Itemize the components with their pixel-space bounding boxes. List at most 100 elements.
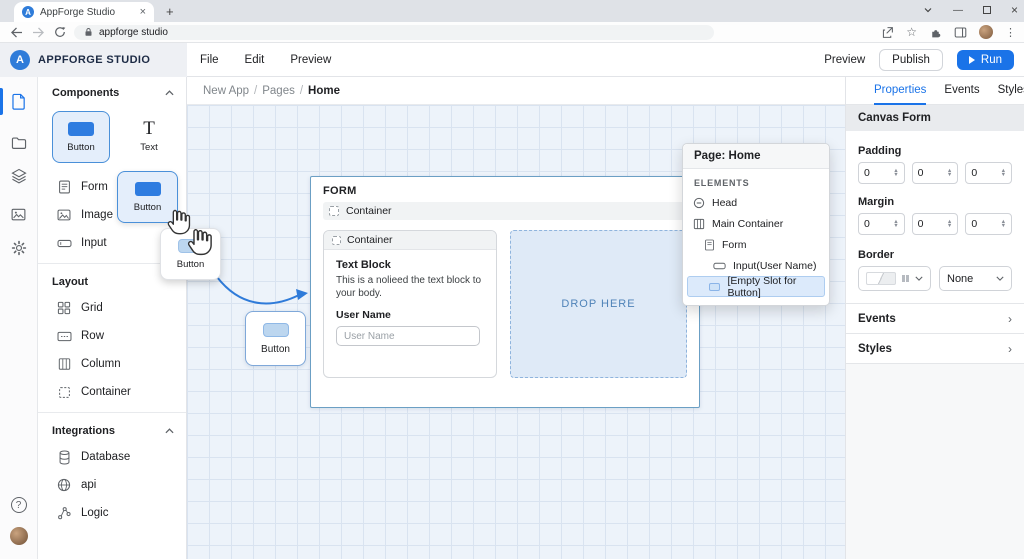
- rail-folder-icon[interactable]: [0, 126, 38, 159]
- dragged-button-tile[interactable]: Button: [117, 171, 178, 223]
- sidebar-item-row[interactable]: Row: [38, 322, 186, 350]
- form-title: FORM: [323, 185, 357, 197]
- url-text: appforge studio: [99, 26, 168, 38]
- outer-container-bar[interactable]: Container: [323, 202, 687, 220]
- inner-container-card[interactable]: Container Text Block This is a nolieed t…: [323, 230, 497, 378]
- sidebar-item-database[interactable]: Database: [38, 443, 186, 471]
- user-avatar[interactable]: [9, 527, 28, 545]
- chevron-down-icon[interactable]: [923, 5, 933, 15]
- side-panel-icon[interactable]: [954, 26, 967, 39]
- browser-toolbar: appforge studio ☆ ⋮: [0, 22, 1024, 43]
- element-row-empty-slot[interactable]: [Empty Slot for Button]: [687, 275, 825, 299]
- text-block-body: This is a nolieed the text block to your…: [336, 275, 482, 299]
- new-tab-button[interactable]: +: [166, 4, 174, 22]
- components-title: Components: [52, 87, 120, 99]
- sidebar-item-logic[interactable]: Logic: [38, 499, 186, 527]
- columns-icon: [693, 218, 705, 230]
- element-row-form[interactable]: Form: [687, 234, 825, 255]
- tab-properties[interactable]: Properties: [874, 77, 927, 105]
- sidebar-item-api[interactable]: api: [38, 471, 186, 499]
- styles-accordion[interactable]: Styles ›: [846, 333, 1024, 363]
- logic-nodes-icon: [56, 506, 72, 520]
- border-color-swatch: [866, 272, 896, 285]
- events-accordion[interactable]: Events ›: [846, 303, 1024, 333]
- form-canvas-panel[interactable]: FORM Container Container Text Block This…: [310, 176, 700, 408]
- breadcrumb: New App / Pages / Home: [187, 77, 845, 105]
- extensions-puzzle-icon[interactable]: [929, 26, 942, 39]
- button-glyph-icon: [134, 181, 161, 196]
- margin-stepper-3[interactable]: 0 ▲ ▼: [965, 213, 1013, 235]
- drop-zone[interactable]: DROP HERE: [510, 230, 687, 378]
- app-logo-icon: A: [10, 50, 30, 70]
- rail-layers-icon[interactable]: [0, 159, 38, 192]
- padding-stepper-2[interactable]: 0 ▲ ▼: [911, 162, 959, 184]
- user-name-input[interactable]: [336, 326, 480, 346]
- menu-bar: File Edit Preview: [200, 43, 331, 77]
- help-icon[interactable]: ?: [10, 497, 27, 513]
- tab-close-icon[interactable]: ×: [140, 6, 146, 18]
- border-color-dropdown[interactable]: [858, 266, 931, 291]
- menu-preview[interactable]: Preview: [290, 54, 331, 66]
- form-content-row: Container Text Block This is a nolieed t…: [323, 230, 687, 378]
- database-icon: [56, 449, 72, 465]
- breadcrumb-pages[interactable]: Pages: [262, 85, 295, 97]
- column-icon: [56, 357, 72, 371]
- maximize-icon[interactable]: [982, 6, 991, 14]
- menu-file[interactable]: File: [200, 54, 219, 66]
- close-window-icon[interactable]: ×: [1011, 3, 1018, 17]
- forward-icon[interactable]: [30, 26, 46, 38]
- form-icon: [704, 239, 715, 251]
- margin-stepper-2[interactable]: 0 ▲ ▼: [911, 213, 959, 235]
- element-row-head[interactable]: Head: [687, 192, 825, 213]
- sidebar-item-column[interactable]: Column: [38, 350, 186, 378]
- inner-container-header[interactable]: Container: [324, 231, 496, 250]
- breadcrumb-home[interactable]: Home: [308, 85, 340, 97]
- integrations-section-header[interactable]: Integrations: [38, 419, 186, 443]
- padding-stepper-1[interactable]: 0 ▲ ▼: [858, 162, 905, 184]
- row-icon: [56, 331, 72, 342]
- back-icon[interactable]: [8, 26, 24, 38]
- margin-stepper-1[interactable]: 0 ▲ ▼: [858, 213, 905, 235]
- reload-icon[interactable]: [52, 26, 68, 38]
- bookmark-star-icon[interactable]: ☆: [906, 25, 917, 39]
- border-style-dropdown[interactable]: None: [939, 266, 1012, 291]
- share-icon[interactable]: [881, 26, 894, 39]
- chevron-down-icon: [915, 276, 923, 281]
- tab-styles[interactable]: Styles: [998, 77, 1024, 105]
- run-button[interactable]: Run: [956, 50, 1014, 70]
- element-row-input[interactable]: Input(User Name): [687, 255, 825, 276]
- sidebar-item-container[interactable]: Container: [38, 378, 186, 406]
- container-checkbox-icon[interactable]: [332, 235, 341, 245]
- canvas-button-element[interactable]: Button: [245, 311, 306, 366]
- menu-edit[interactable]: Edit: [245, 54, 265, 66]
- rail-pages-icon[interactable]: [0, 85, 38, 118]
- tab-events[interactable]: Events: [944, 77, 979, 105]
- canvas-region: New App / Pages / Home Button FORM Conta…: [187, 77, 845, 559]
- profile-avatar[interactable]: [979, 25, 993, 39]
- app-header: A APPFORGE STUDIO File Edit Preview Prev…: [0, 43, 1024, 77]
- container-checkbox-icon[interactable]: [329, 206, 339, 216]
- address-bar[interactable]: appforge studio: [74, 24, 714, 40]
- form-icon: [56, 180, 72, 194]
- rail-settings-gear-icon[interactable]: [0, 231, 38, 264]
- chevron-right-icon: ›: [1008, 341, 1012, 356]
- layout-title: Layout: [52, 276, 89, 288]
- components-section-header[interactable]: Components: [38, 81, 186, 105]
- canvas-form-section-title: Canvas Form: [846, 105, 1024, 131]
- element-row-main-container[interactable]: Main Container: [687, 213, 825, 234]
- padding-stepper-3[interactable]: 0 ▲ ▼: [965, 162, 1013, 184]
- sidebar-item-grid[interactable]: Grid: [38, 294, 186, 322]
- browser-menu-icon[interactable]: ⋮: [1005, 26, 1016, 39]
- minimize-icon[interactable]: —: [953, 5, 963, 16]
- preview-button[interactable]: Preview: [824, 54, 865, 66]
- elements-panel-title[interactable]: Page: Home: [683, 144, 829, 169]
- component-tile-text[interactable]: T Text: [120, 111, 178, 163]
- input-icon: [56, 239, 72, 248]
- publish-button[interactable]: Publish: [879, 49, 943, 71]
- breadcrumb-new-app[interactable]: New App: [203, 85, 249, 97]
- chevron-down-icon: [996, 276, 1004, 281]
- browser-tab[interactable]: A AppForge Studio ×: [14, 2, 154, 22]
- component-tile-button[interactable]: Button: [52, 111, 110, 163]
- design-canvas[interactable]: Button FORM Container Container Text Blo…: [187, 105, 845, 559]
- rail-media-icon[interactable]: [0, 198, 38, 231]
